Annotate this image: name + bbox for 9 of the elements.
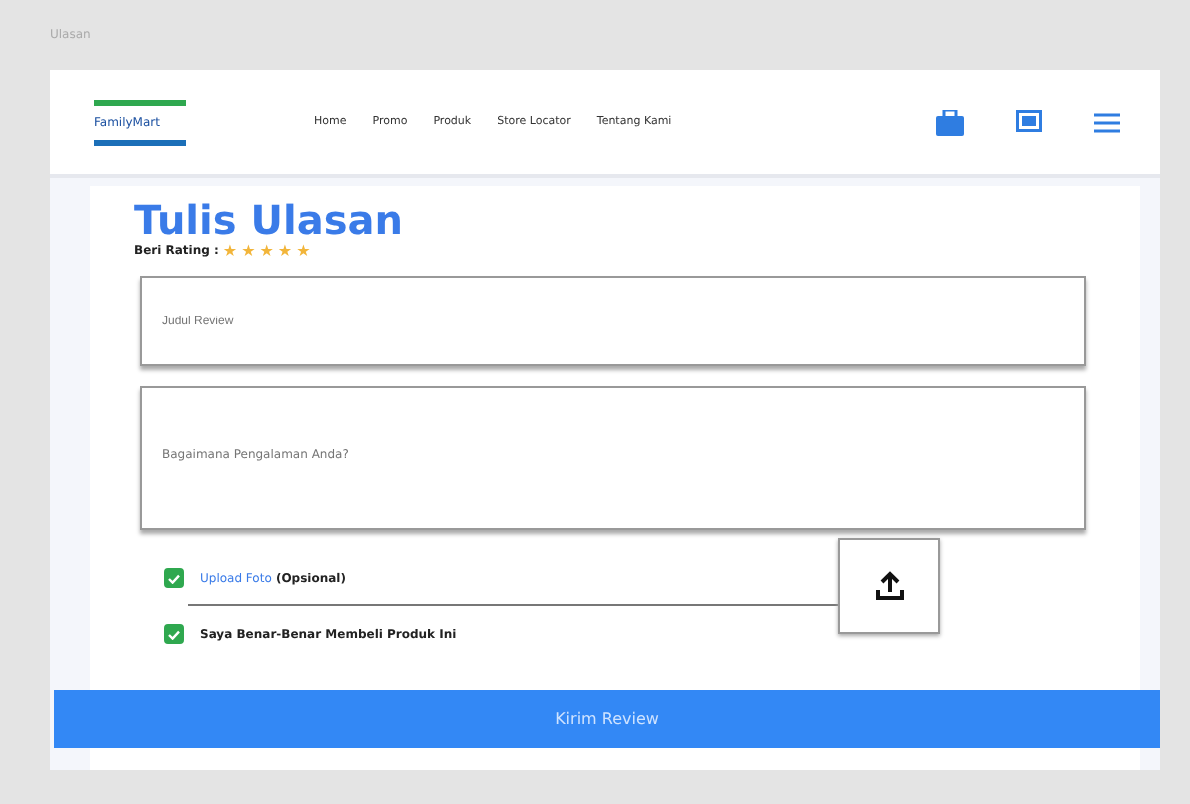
checkbox[interactable] [164,624,184,644]
menu-icon[interactable] [1094,111,1120,133]
upload-button[interactable] [838,538,940,634]
upload-icon [873,570,905,602]
checkbox[interactable] [164,568,184,588]
chat-icon[interactable] [1016,110,1042,134]
bag-icon[interactable] [936,109,964,135]
submit-button[interactable]: Kirim Review [54,690,1160,748]
page-title: Tulis Ulasan [134,198,405,242]
